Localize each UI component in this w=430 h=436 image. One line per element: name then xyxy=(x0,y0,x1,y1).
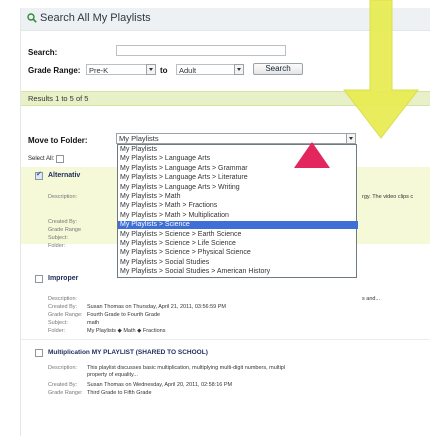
created-by-label: Created By: xyxy=(48,219,78,225)
grade-from-value: Pre-K xyxy=(89,66,109,75)
subject-label: Subject: xyxy=(48,320,68,326)
row-divider xyxy=(21,339,430,340)
grade-range-meta-label: Grade Range xyxy=(48,227,82,233)
folder-option[interactable]: My Playlists > Language Arts xyxy=(120,155,210,163)
playlist-checkbox[interactable] xyxy=(35,170,43,180)
playlist-checkbox[interactable] xyxy=(35,349,43,357)
folder-label: Folder: xyxy=(48,243,66,249)
created-by-value: Susan Thomas on Wednesday, April 20, 201… xyxy=(87,382,233,388)
grade-to-select[interactable]: Adult xyxy=(176,64,236,75)
playlist-description: This playlist discusses basic multiplica… xyxy=(87,365,286,371)
playlist-checkbox[interactable] xyxy=(35,275,43,283)
folder-option[interactable]: My Playlists > Language Arts > Grammar xyxy=(120,165,248,173)
results-count: Results 1 to 5 of 5 xyxy=(28,94,89,103)
folder-option[interactable]: My Playlists > Math > Fractions xyxy=(120,202,217,210)
folder-option[interactable]: My Playlists > Science > Earth Science xyxy=(120,231,241,239)
folder-option[interactable]: My Playlists > Social Studies xyxy=(120,259,209,267)
grade-from-select[interactable]: Pre-K xyxy=(86,64,148,75)
created-by-label: Created By: xyxy=(48,304,78,310)
playlist-title[interactable]: Multiplication MY PLAYLIST (SHARED TO SC… xyxy=(48,349,208,356)
playlist-title[interactable]: Alternativ xyxy=(48,172,80,179)
playlist-description-continued: property of equality... xyxy=(87,372,138,378)
folder-value: My Playlists ◆ Math ◆ Fractions xyxy=(87,328,166,334)
select-all-checkbox[interactable] xyxy=(56,155,64,163)
created-by-label: Created By: xyxy=(48,382,78,388)
grade-to-value: Adult xyxy=(179,66,197,75)
folder-option[interactable]: My Playlists > Science xyxy=(118,221,358,230)
panel-title: Search All My Playlists xyxy=(40,12,151,24)
playlist-title[interactable]: Improper xyxy=(48,275,78,282)
description-label: Description: xyxy=(48,365,78,371)
move-to-folder-label: Move to Folder: xyxy=(28,136,88,145)
screenshot-frame: Search All My Playlists Search: Grade Ra… xyxy=(0,0,430,436)
grade-range-value: Fourth Grade to Fourth Grade xyxy=(87,312,161,318)
created-by-value: Susan Thomas on Thursday, April 21, 2011… xyxy=(87,304,227,310)
playlist-description: s and... xyxy=(362,296,381,302)
to-label: to xyxy=(160,66,168,75)
subject-value: math xyxy=(87,320,100,326)
folder-option[interactable]: My Playlists > Math xyxy=(120,193,181,201)
grade-from-dropdown-button[interactable] xyxy=(146,64,156,75)
yellow-arrow-down-icon xyxy=(342,0,420,139)
grade-to-dropdown-button[interactable] xyxy=(234,64,244,75)
folder-label: Folder: xyxy=(48,328,66,334)
grade-range-meta-label: Grade Range: xyxy=(48,390,83,396)
search-icon xyxy=(27,13,37,23)
folder-option[interactable]: My Playlists > Science > Life Science xyxy=(120,240,236,248)
grade-range-label: Grade Range: xyxy=(28,66,81,75)
folder-option[interactable]: My Playlists > Language Arts > Writing xyxy=(120,184,240,192)
folder-option[interactable]: My Playlists > Math > Multiplication xyxy=(120,212,229,220)
grade-range-value: Third Grade to Fifth Grade xyxy=(87,390,152,396)
folder-option[interactable]: My Playlists xyxy=(120,146,157,154)
search-label: Search: xyxy=(28,48,58,57)
folder-option[interactable]: My Playlists > Science > Physical Scienc… xyxy=(120,249,251,257)
grade-range-meta-label: Grade Range: xyxy=(48,312,83,318)
search-button[interactable]: Search xyxy=(253,63,303,75)
description-label: Description: xyxy=(48,296,78,302)
pink-arrow-up-icon xyxy=(294,142,330,168)
subject-label: Subject: xyxy=(48,235,68,241)
playlist-description: rgy. The video clips c xyxy=(362,194,414,200)
search-input[interactable] xyxy=(116,45,286,56)
move-to-folder-value: My Playlists xyxy=(119,134,159,143)
description-label: Description: xyxy=(48,194,78,200)
folder-option[interactable]: My Playlists > Language Arts > Literatur… xyxy=(120,174,248,182)
folder-option[interactable]: My Playlists > Social Studies > American… xyxy=(120,268,270,276)
select-all-label: Select All: xyxy=(28,156,55,162)
